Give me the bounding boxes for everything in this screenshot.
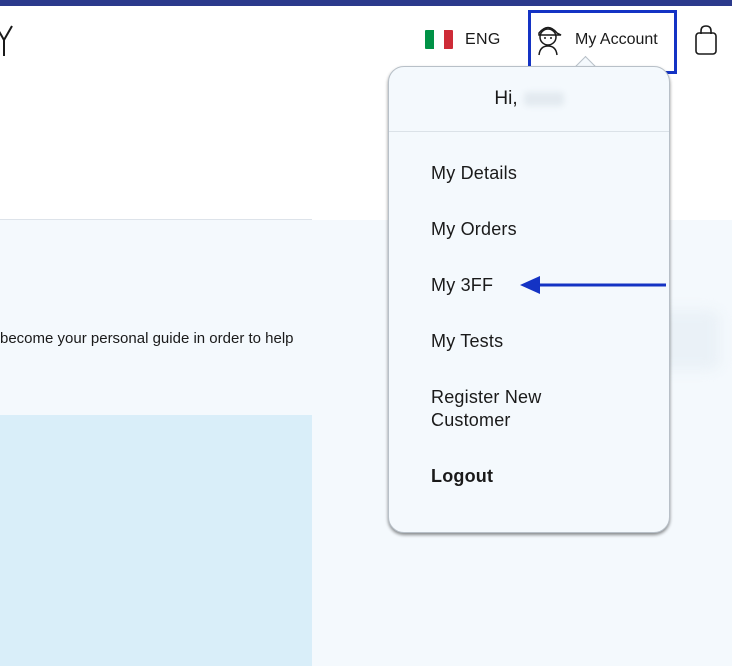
account-dropdown-menu: Hi, My Details My Orders My 3FF My Tests… — [388, 66, 670, 533]
logo[interactable] — [0, 22, 18, 58]
italy-flag-icon — [425, 30, 453, 49]
user-icon — [538, 26, 562, 56]
menu-item-logout[interactable]: Logout — [431, 465, 493, 488]
language-selector[interactable]: ENG — [425, 30, 501, 49]
menu-item-my-tests[interactable]: My Tests — [431, 330, 503, 353]
left-arrow-icon — [520, 276, 666, 294]
menu-item-my-details[interactable]: My Details — [431, 162, 517, 185]
menu-item-my-3ff[interactable]: My 3FF — [431, 274, 493, 297]
shopping-bag-icon[interactable] — [694, 25, 718, 55]
greeting: Hi, — [389, 67, 669, 132]
hero-text: become your personal guide in order to h… — [0, 330, 294, 347]
my-account-label: My Account — [575, 31, 658, 48]
top-stripe — [0, 0, 732, 6]
menu-item-register-new-customer[interactable]: Register New Customer — [431, 386, 561, 432]
my-account-button[interactable]: My Account — [535, 24, 658, 56]
blurred-username — [523, 92, 564, 106]
language-label: ENG — [465, 30, 501, 48]
hero-image — [0, 415, 312, 666]
menu-item-my-orders[interactable]: My Orders — [431, 218, 517, 241]
